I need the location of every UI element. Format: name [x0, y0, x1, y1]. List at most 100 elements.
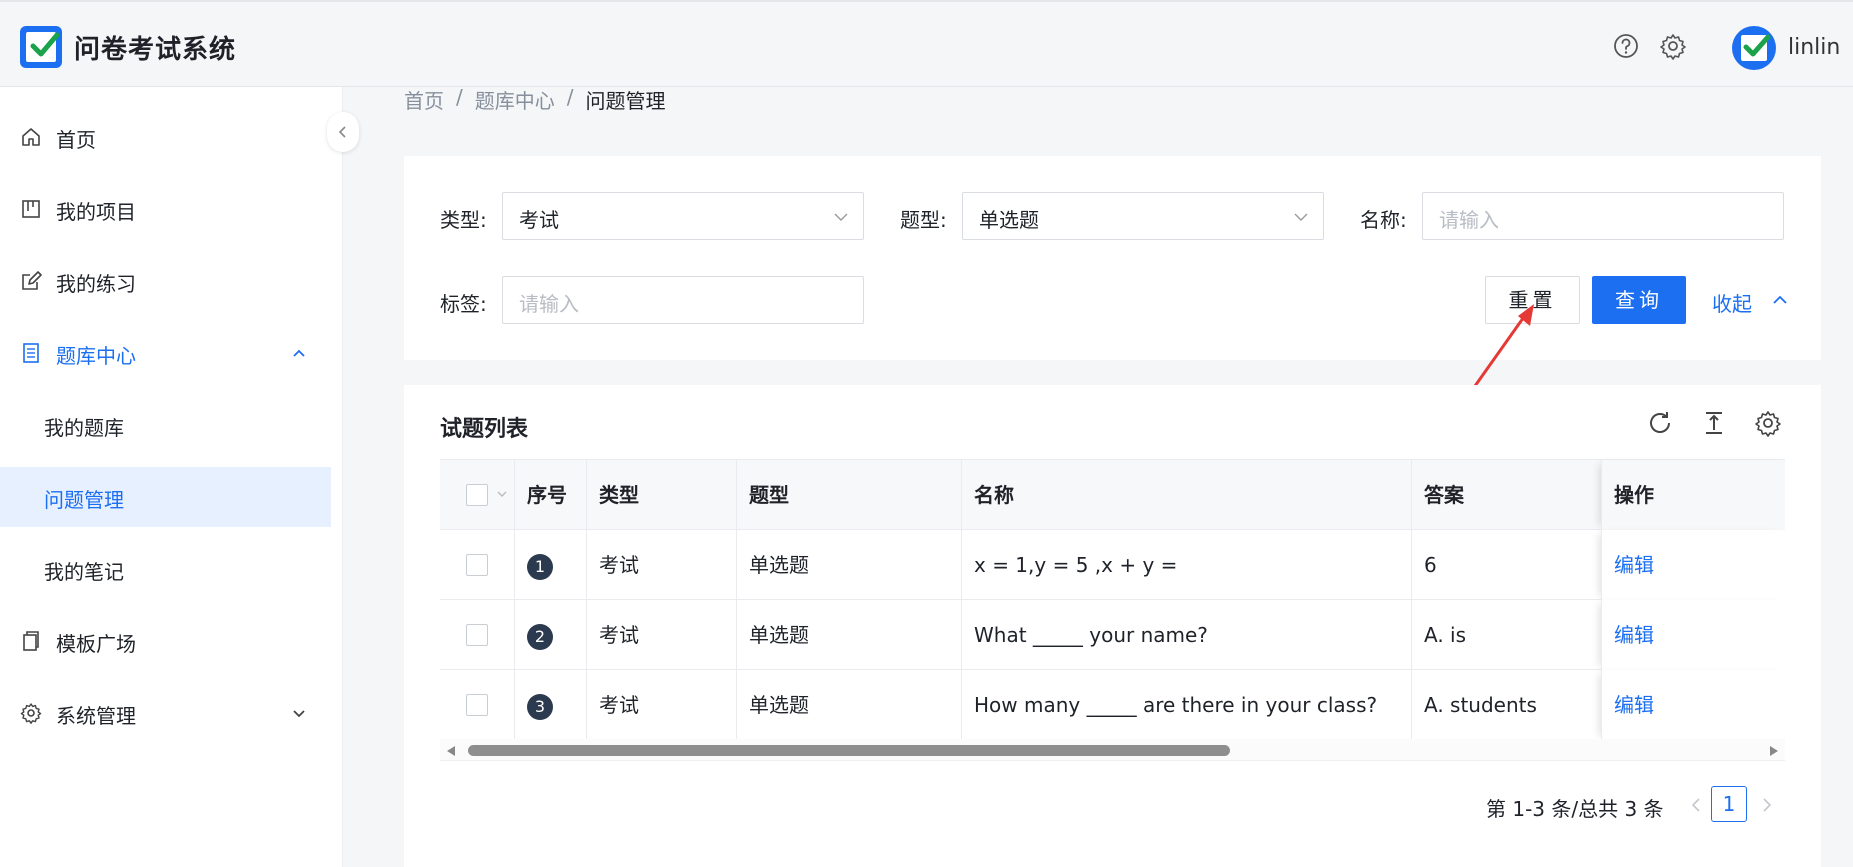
- username[interactable]: linlin: [1788, 35, 1840, 60]
- row-index-badge: 3: [527, 693, 553, 720]
- sidebar-item-projects[interactable]: 我的项目: [0, 179, 331, 239]
- chevron-down-icon: [834, 213, 848, 221]
- top-header: 问卷考试系统 linlin: [0, 0, 1853, 87]
- col-name: 名称: [961, 460, 1411, 530]
- cell-answer: 6: [1411, 530, 1601, 600]
- sidebar-item-system[interactable]: 系统管理: [0, 683, 331, 743]
- name-input[interactable]: 请输入: [1422, 192, 1784, 240]
- cell-question-type: 单选题: [736, 670, 961, 740]
- gear-icon: [20, 703, 42, 724]
- library-icon: [23, 343, 39, 363]
- chevron-down-icon[interactable]: [496, 488, 508, 500]
- refresh-icon[interactable]: [1646, 409, 1674, 437]
- column-height-icon[interactable]: [1700, 409, 1728, 437]
- template-icon: [23, 631, 39, 651]
- edit-link[interactable]: 编辑: [1614, 553, 1654, 577]
- breadcrumb-home[interactable]: 首页: [404, 85, 444, 114]
- sidebar-item-question-management[interactable]: 问题管理: [0, 467, 331, 527]
- col-index: 序号: [514, 460, 586, 530]
- scroll-left-icon[interactable]: [446, 745, 456, 757]
- scrollbar-thumb[interactable]: [468, 745, 1230, 756]
- table-title: 试题列表: [440, 417, 529, 442]
- sidebar-item-label: 我的题库: [44, 416, 124, 440]
- table-row: 2 考试 单选题 What _____ your name? A. is 编辑: [440, 600, 1785, 670]
- row-index-badge: 2: [527, 623, 553, 650]
- cell-type: 考试: [586, 600, 736, 670]
- sidebar-item-home[interactable]: 首页: [0, 107, 331, 167]
- tag-input[interactable]: 请输入: [502, 276, 864, 324]
- cell-answer: A. is: [1411, 600, 1601, 670]
- table-row: 1 考试 单选题 x = 1,y = 5 ,x + y = 6 编辑: [440, 530, 1785, 600]
- edit-link[interactable]: 编辑: [1614, 623, 1654, 647]
- chevron-up-icon: [293, 349, 305, 357]
- home-icon: [22, 128, 40, 146]
- cell-name: How many _____ are there in your class?: [961, 670, 1411, 740]
- sidebar-item-label: 模板广场: [56, 632, 136, 656]
- col-answer: 答案: [1411, 460, 1601, 530]
- page-number-current[interactable]: 1: [1711, 786, 1747, 822]
- breadcrumb-question-bank[interactable]: 题库中心: [475, 85, 555, 114]
- sidebar-item-my-notes[interactable]: 我的笔记: [0, 539, 331, 599]
- type-select[interactable]: 考试: [502, 192, 864, 240]
- row-checkbox[interactable]: [466, 624, 488, 646]
- cell-question-type: 单选题: [736, 530, 961, 600]
- sidebar-item-practice[interactable]: 我的练习: [0, 251, 331, 311]
- cell-answer: A. students: [1411, 670, 1601, 740]
- project-icon: [22, 200, 40, 218]
- help-icon[interactable]: [1612, 32, 1640, 60]
- cell-name: x = 1,y = 5 ,x + y =: [961, 530, 1411, 600]
- edit-link[interactable]: 编辑: [1614, 693, 1654, 717]
- chevron-down-icon: [293, 710, 305, 718]
- sidebar-item-label: 问题管理: [44, 488, 124, 512]
- filter-panel: 类型: 考试 题型: 单选题 名称: 请输入 标签: 请输入 重置 查询 收起: [404, 156, 1821, 360]
- chevron-left-icon: [338, 126, 346, 138]
- collapse-filter-link[interactable]: 收起: [1712, 288, 1787, 317]
- sidebar-item-label: 我的笔记: [44, 560, 124, 584]
- sidebar-item-templates[interactable]: 模板广场: [0, 611, 331, 671]
- chevron-down-icon: [1294, 213, 1308, 221]
- question-type-select[interactable]: 单选题: [962, 192, 1324, 240]
- select-all-cell: [440, 460, 514, 530]
- breadcrumb-separator: /: [566, 85, 574, 109]
- app-logo-icon: [20, 26, 62, 68]
- col-question-type: 题型: [736, 460, 961, 530]
- query-button[interactable]: 查询: [1592, 276, 1686, 324]
- question-table: 序号 类型 题型 名称 答案 操作 1 考试 单选题 x = 1,y = 5 ,…: [440, 459, 1785, 740]
- scroll-right-icon[interactable]: [1769, 745, 1779, 757]
- sidebar-item-question-bank[interactable]: 题库中心: [0, 323, 331, 383]
- sidebar-collapse-button[interactable]: [327, 112, 359, 152]
- type-select-value: 考试: [519, 208, 559, 232]
- sidebar: 首页 我的项目 我的练习 题库中心 我的题库 问题管理 我的笔记 模板广场 系统…: [0, 87, 343, 867]
- avatar[interactable]: [1732, 26, 1776, 70]
- pagination-summary: 第 1-3 条/总共 3 条: [1486, 797, 1664, 821]
- settings-icon[interactable]: [1659, 32, 1687, 60]
- horizontal-scrollbar[interactable]: [440, 739, 1785, 761]
- chevron-up-icon: [1773, 295, 1787, 304]
- annotation-arrow-icon: [1473, 304, 1534, 387]
- breadcrumb-current: 问题管理: [585, 89, 666, 113]
- table-header-row: 序号 类型 题型 名称 答案 操作: [440, 460, 1785, 530]
- question-type-select-value: 单选题: [979, 208, 1039, 232]
- cell-type: 考试: [586, 670, 736, 740]
- tag-label: 标签:: [440, 292, 487, 316]
- cell-type: 考试: [586, 530, 736, 600]
- prev-page-icon[interactable]: [1689, 797, 1705, 813]
- table-settings-icon[interactable]: [1754, 409, 1782, 437]
- sidebar-item-label: 系统管理: [56, 704, 136, 728]
- name-label: 名称:: [1360, 208, 1407, 232]
- sidebar-item-my-bank[interactable]: 我的题库: [0, 395, 331, 455]
- collapse-filter-label: 收起: [1712, 292, 1752, 316]
- edit-icon: [22, 271, 42, 290]
- col-operation: 操作: [1601, 460, 1785, 530]
- select-all-checkbox[interactable]: [466, 484, 488, 506]
- breadcrumb-separator: /: [456, 85, 463, 109]
- next-page-icon[interactable]: [1758, 797, 1774, 813]
- sidebar-item-label: 我的练习: [56, 272, 136, 296]
- row-checkbox[interactable]: [466, 694, 488, 716]
- breadcrumb: 首页 / 题库中心 / 问题管理: [404, 85, 666, 114]
- col-type: 类型: [586, 460, 736, 530]
- sidebar-item-label: 题库中心: [56, 344, 136, 368]
- row-checkbox[interactable]: [466, 554, 488, 576]
- question-type-label: 题型:: [900, 208, 947, 232]
- row-index-badge: 1: [527, 553, 553, 580]
